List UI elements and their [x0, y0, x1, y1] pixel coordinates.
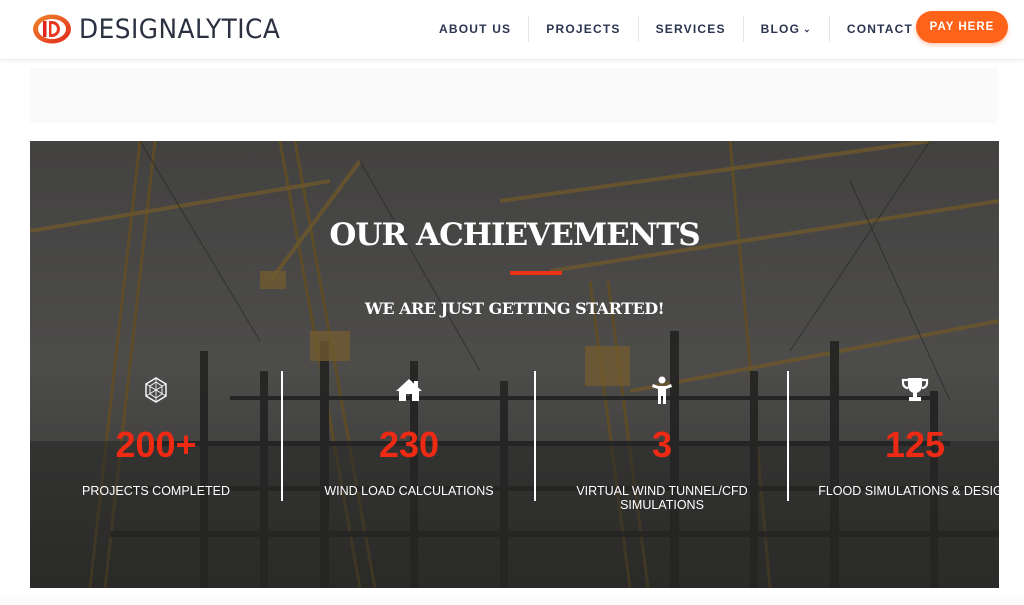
brand-name: DESIGNALYTICA: [79, 13, 281, 45]
section-title: OUR ACHIEVEMENTS: [329, 217, 700, 253]
stat-projects-completed: 200+ PROJECTS COMPLETED: [30, 374, 282, 502]
chevron-down-icon: ⌄: [803, 24, 812, 34]
stat-label: WIND LOAD CALCULATIONS: [324, 484, 494, 498]
nav-contact[interactable]: CONTACT: [830, 16, 930, 42]
nav-contact-label: CONTACT: [846, 22, 914, 36]
person-icon: [536, 376, 788, 410]
nav-about-us[interactable]: ABOUT US: [422, 16, 530, 42]
stat-label: FLOOD SIMULATIONS & DESIGN: [818, 484, 999, 498]
nav-projects-label: PROJECTS: [546, 22, 621, 36]
stat-value: 230: [378, 424, 440, 465]
stat-value: 3: [651, 424, 673, 465]
stat-flood-simulations: 125 FLOOD SIMULATIONS & DESIGN: [789, 374, 999, 502]
nav-services-label: SERVICES: [655, 22, 726, 36]
content-band: [30, 68, 998, 123]
trophy-icon: [789, 376, 999, 410]
nav-services[interactable]: SERVICES: [639, 16, 744, 42]
nav-projects[interactable]: PROJECTS: [529, 16, 639, 42]
achievements-section: OUR ACHIEVEMENTS WE ARE JUST GETTING STA…: [30, 141, 999, 588]
nav-blog[interactable]: BLOG ⌄: [744, 16, 830, 42]
background-overlay: [30, 141, 999, 588]
nav-blog-label: BLOG: [760, 22, 801, 36]
hexagon-icon: [30, 376, 282, 410]
stat-wind-load: 230 WIND LOAD CALCULATIONS: [283, 374, 535, 502]
logo-mark-icon: [33, 14, 71, 44]
stat-value: 125: [884, 424, 946, 465]
stat-label: PROJECTS COMPLETED: [82, 484, 230, 498]
pay-here-button[interactable]: PAY HERE: [916, 11, 1008, 43]
section-subtitle: WE ARE JUST GETTING STARTED!: [364, 299, 665, 318]
stat-value: 200+: [115, 424, 197, 465]
home-icon: [283, 376, 535, 410]
next-section-edge: [0, 595, 1024, 605]
site-header: DESIGNALYTICA ABOUT US PROJECTS SERVICES…: [0, 0, 1024, 60]
stat-label: VIRTUAL WIND TUNNEL/CFD SIMULATIONS: [576, 484, 748, 512]
stat-cfd-simulations: 3 VIRTUAL WIND TUNNEL/CFD SIMULATIONS: [536, 374, 788, 512]
main-nav: ABOUT US PROJECTS SERVICES BLOG ⌄ CONTAC…: [422, 0, 930, 58]
site-logo[interactable]: DESIGNALYTICA: [31, 10, 298, 48]
nav-about-us-label: ABOUT US: [439, 22, 512, 36]
title-underline: [510, 271, 562, 275]
